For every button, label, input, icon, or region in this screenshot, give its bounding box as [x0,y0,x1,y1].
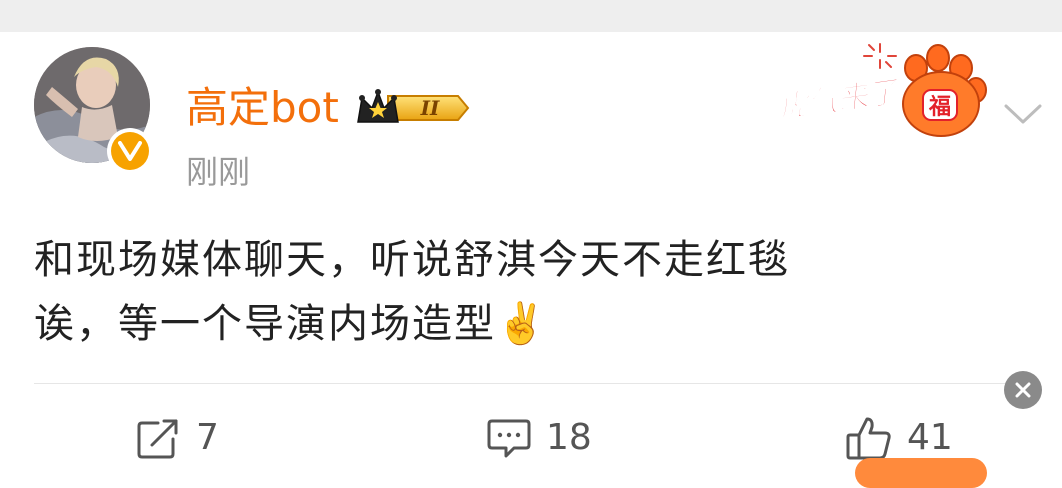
top-strip [0,0,1062,32]
vip-level-text: II [420,96,440,120]
share-icon [137,419,178,459]
more-options-button[interactable] [1002,98,1044,128]
like-button[interactable]: 41 [845,413,953,463]
verified-v-icon [118,141,142,161]
divider [34,383,1028,384]
author-name[interactable]: 高定bot [186,80,339,136]
comment-count: 18 [546,417,592,458]
post-text-line-2: 诶，等一个导演内场造型✌️ [34,292,1024,356]
fu-character: 福 [928,95,951,120]
comment-button[interactable]: 18 [486,413,592,463]
close-icon [1015,382,1031,398]
paw-icon: 福 [902,44,987,137]
floating-action-pill[interactable] [855,458,987,488]
close-button[interactable] [1004,371,1042,409]
post-text-line-2-text: 诶，等一个导演内场造型 [34,301,496,347]
post-content: 和现场媒体聊天，听说舒淇今天不走红毯 诶，等一个导演内场造型✌️ [34,228,1024,356]
repost-count: 7 [196,417,219,458]
sparkle-icon [863,43,897,69]
repost-button[interactable]: 7 [136,413,219,463]
verified-badge [107,128,153,174]
tiger-decoration[interactable]: 虎气来了 福 [776,40,988,140]
victory-hand-emoji: ✌️ [496,301,548,347]
like-count: 41 [907,417,953,458]
chevron-down-icon [1004,104,1042,124]
comment-icon [487,419,531,458]
tiger-label: 虎气来了 [776,74,903,126]
vip-badge[interactable]: II [354,86,472,130]
post-timestamp: 刚刚 [186,153,251,191]
post-text-line-1: 和现场媒体聊天，听说舒淇今天不走红毯 [34,237,790,283]
thumbs-up-icon [846,417,891,460]
